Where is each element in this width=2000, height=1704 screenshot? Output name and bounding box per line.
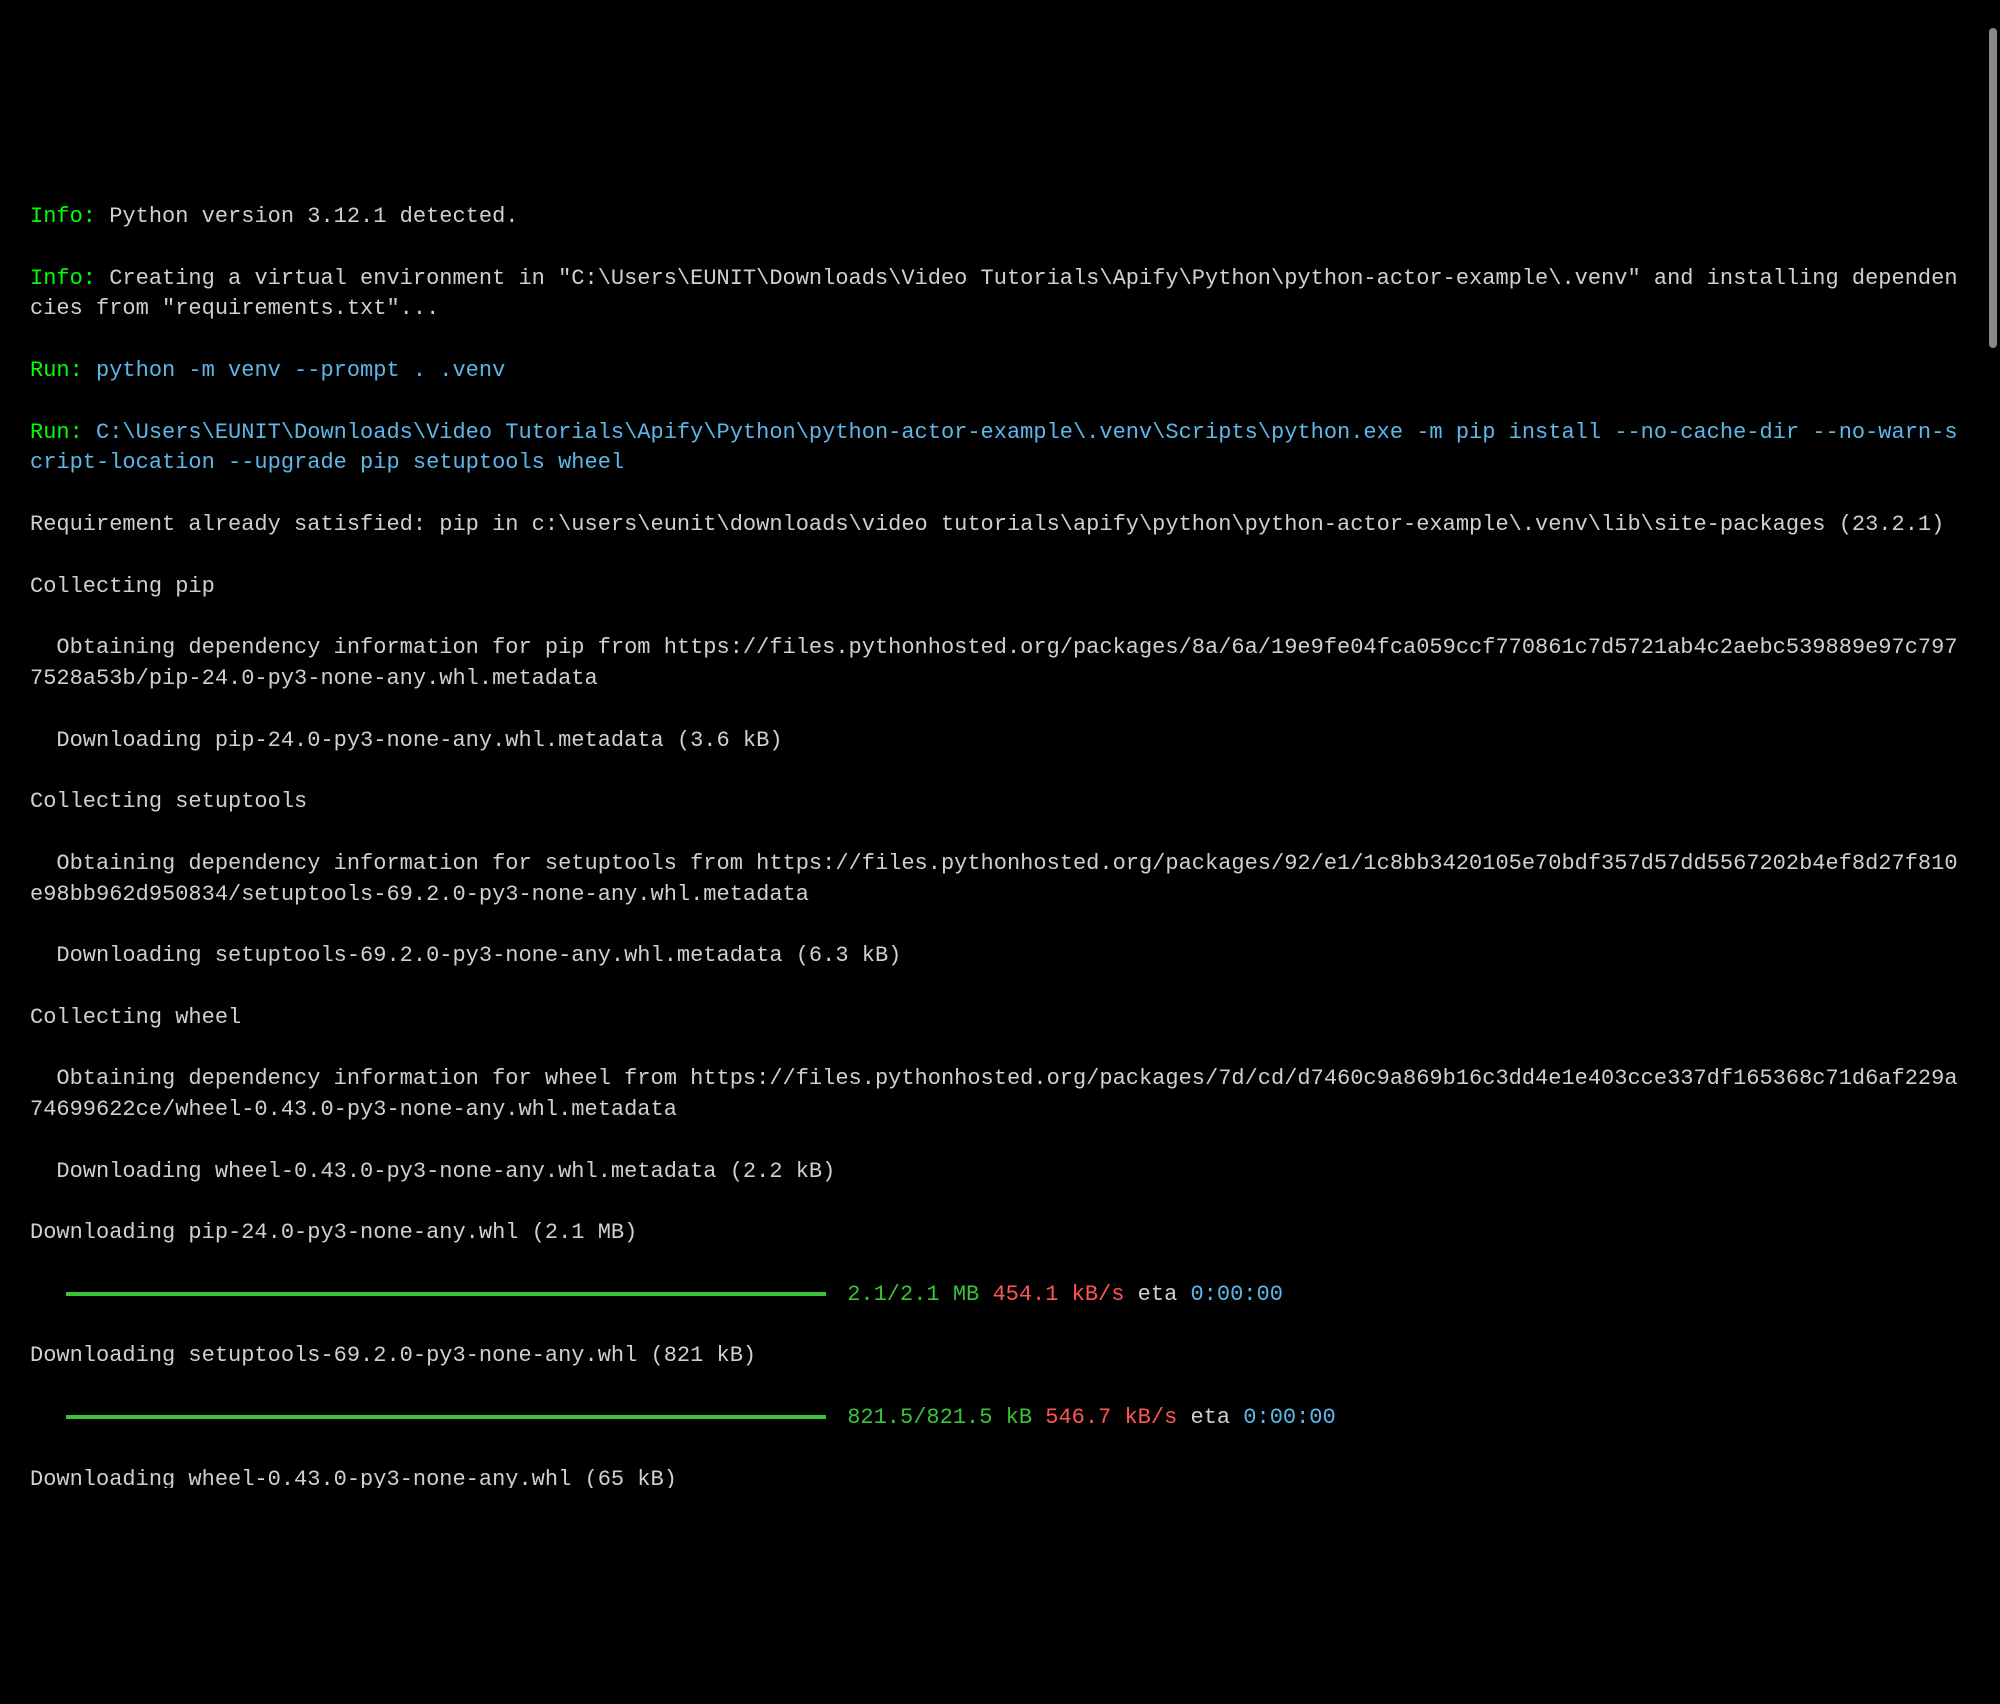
log-line: Downloading setuptools-69.2.0-py3-none-a… xyxy=(30,1341,1970,1372)
progress-size: 2.1/2.1 MB xyxy=(847,1282,979,1307)
run-command: C:\Users\EUNIT\Downloads\Video Tutorials… xyxy=(30,420,1958,476)
log-line: Downloading wheel-0.43.0-py3-none-any.wh… xyxy=(30,1157,1970,1188)
log-line: Downloading setuptools-69.2.0-py3-none-a… xyxy=(30,941,1970,972)
log-line: Requirement already satisfied: pip in c:… xyxy=(30,510,1970,541)
log-line: Collecting pip xyxy=(30,572,1970,603)
progress-rate: 454.1 kB/s xyxy=(992,1282,1124,1307)
info-label: Info: xyxy=(30,266,96,291)
progress-size: 821.5/821.5 kB xyxy=(847,1405,1032,1430)
progress-line: 821.5/821.5 kB 546.7 kB/s eta 0:00:00 xyxy=(30,1403,1970,1434)
progress-eta: 0:00:00 xyxy=(1190,1282,1282,1307)
log-line: Obtaining dependency information for whe… xyxy=(30,1064,1970,1126)
run-command: python -m venv --prompt . .venv xyxy=(83,358,505,383)
progress-eta: 0:00:00 xyxy=(1243,1405,1335,1430)
terminal-output[interactable]: Info: Python version 3.12.1 detected. In… xyxy=(30,171,1970,1488)
log-line: Obtaining dependency information for pip… xyxy=(30,633,1970,695)
info-label: Info: xyxy=(30,204,96,229)
run-label: Run: xyxy=(30,420,83,445)
log-line: Downloading pip-24.0-py3-none-any.whl (2… xyxy=(30,1218,1970,1249)
log-line: Obtaining dependency information for set… xyxy=(30,849,1970,911)
log-line: Downloading wheel-0.43.0-py3-none-any.wh… xyxy=(30,1465,1970,1489)
scrollbar-thumb[interactable] xyxy=(1989,28,1997,348)
log-line: Collecting wheel xyxy=(30,1003,1970,1034)
log-line: Run: C:\Users\EUNIT\Downloads\Video Tuto… xyxy=(30,418,1970,480)
progress-line: 2.1/2.1 MB 454.1 kB/s eta 0:00:00 xyxy=(30,1280,1970,1311)
log-line: Info: Python version 3.12.1 detected. xyxy=(30,202,1970,233)
log-line: Info: Creating a virtual environment in … xyxy=(30,264,1970,326)
log-line: Downloading pip-24.0-py3-none-any.whl.me… xyxy=(30,726,1970,757)
run-label: Run: xyxy=(30,358,83,383)
progress-bar xyxy=(66,1292,826,1296)
progress-bar xyxy=(66,1415,826,1419)
progress-rate: 546.7 kB/s xyxy=(1045,1405,1177,1430)
log-line: Collecting setuptools xyxy=(30,787,1970,818)
log-line: Run: python -m venv --prompt . .venv xyxy=(30,356,1970,387)
